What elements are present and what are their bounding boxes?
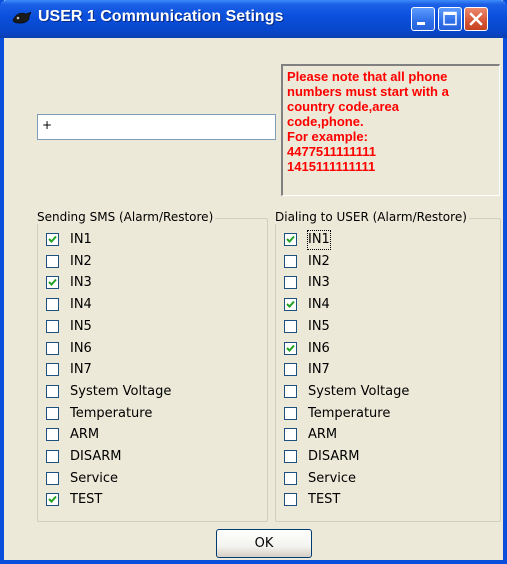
sending-sms-group-title: Sending SMS (Alarm/Restore) <box>37 210 216 224</box>
dial-checkbox-label: IN7 <box>308 362 330 378</box>
sms-checkbox[interactable] <box>46 471 59 485</box>
sms-checkbox-label: IN2 <box>70 253 92 269</box>
sms-checkbox-label: TEST <box>70 492 103 508</box>
sms-checkbox-label: System Voltage <box>70 383 172 399</box>
sms-checkbox[interactable] <box>46 428 59 442</box>
close-icon <box>469 12 483 26</box>
dialog-window: USER 1 Communication Setings + Please no… <box>0 0 507 564</box>
note-line: For example: <box>287 129 368 144</box>
dial-checkbox-label: IN4 <box>308 297 330 313</box>
dial-checkbox-label: IN2 <box>308 253 330 269</box>
checkmark-icon <box>286 300 295 309</box>
ok-button[interactable]: OK <box>216 529 312 558</box>
sms-checkbox[interactable] <box>46 319 59 333</box>
dialing-user-group-title: Dialing to USER (Alarm/Restore) <box>275 210 469 224</box>
dial-checkbox[interactable] <box>284 363 297 377</box>
dial-checkbox[interactable] <box>284 319 297 333</box>
dial-checkbox-label: ARM <box>308 427 338 443</box>
checkmark-icon <box>48 496 57 504</box>
checkmark-icon <box>48 235 57 243</box>
dial-checkbox-label: IN1 <box>307 230 331 250</box>
checkmark-icon <box>286 235 295 243</box>
sms-checkbox-label: IN7 <box>70 362 92 378</box>
dial-checkbox[interactable] <box>284 406 297 420</box>
dial-checkbox[interactable] <box>284 254 297 268</box>
sms-checkbox[interactable] <box>46 450 59 463</box>
sms-checkbox[interactable] <box>46 233 59 246</box>
app-icon <box>12 11 32 24</box>
minimize-button[interactable] <box>411 7 435 31</box>
sms-checkbox-label: ARM <box>70 427 100 443</box>
window-title: USER 1 Communication Setings <box>38 8 284 25</box>
dial-checkbox-label: IN3 <box>308 275 330 291</box>
sms-checkbox[interactable] <box>46 276 59 290</box>
dial-checkbox-label: IN5 <box>308 318 330 334</box>
phone-format-note: Please note that all phone numbers must … <box>281 64 500 196</box>
sms-checkbox[interactable] <box>46 298 59 312</box>
note-line: numbers must start with a <box>287 84 449 99</box>
dial-checkbox[interactable] <box>284 450 297 463</box>
dial-checkbox-label: Service <box>308 470 357 486</box>
dial-checkbox[interactable] <box>284 428 297 442</box>
sms-checkbox[interactable] <box>46 363 59 377</box>
note-line: code,phone. <box>287 114 364 129</box>
dial-checkbox-label: TEST <box>308 492 341 508</box>
dial-checkbox[interactable] <box>284 341 297 355</box>
sms-checkbox-label: Service <box>70 470 119 486</box>
sms-checkbox[interactable] <box>46 254 59 268</box>
dial-checkbox-label: DISARM <box>308 449 360 464</box>
sms-checkbox[interactable] <box>46 406 59 420</box>
dial-checkbox[interactable] <box>284 276 297 290</box>
sms-checkbox-label: DISARM <box>70 449 122 464</box>
dial-checkbox-label: IN6 <box>308 340 330 356</box>
dial-checkbox[interactable] <box>284 384 297 398</box>
minimize-icon <box>417 22 425 25</box>
dial-checkbox[interactable] <box>284 471 297 485</box>
sms-checkbox-label: IN6 <box>70 340 92 356</box>
dial-checkbox[interactable] <box>284 493 297 507</box>
dial-checkbox-label: System Voltage <box>308 383 410 399</box>
checkmark-icon <box>286 344 295 352</box>
title-bar[interactable]: USER 1 Communication Setings <box>0 0 507 38</box>
dial-checkbox[interactable] <box>284 298 297 312</box>
sms-checkbox-label: IN4 <box>70 297 92 313</box>
phone-number-input[interactable]: + <box>37 114 276 140</box>
sms-checkbox-label: IN1 <box>70 232 92 247</box>
sms-checkbox-label: IN3 <box>70 275 92 291</box>
dialing-user-group: Dialing to USER (Alarm/Restore) IN1 IN2 IN… <box>275 210 501 522</box>
dial-checkbox-label: Temperature <box>308 405 391 421</box>
sms-checkbox[interactable] <box>46 493 59 507</box>
sms-checkbox-label: IN5 <box>70 318 92 334</box>
note-line: Please note that all phone <box>287 69 448 84</box>
checkmark-icon <box>48 279 57 287</box>
note-line: 1415111111111 <box>287 159 376 174</box>
sms-checkbox[interactable] <box>46 341 59 355</box>
maximize-icon <box>443 11 457 26</box>
sending-sms-group: Sending SMS (Alarm/Restore) IN1 IN2 IN3 IN4… <box>37 210 268 522</box>
close-button[interactable] <box>464 7 488 31</box>
maximize-button[interactable] <box>438 7 462 31</box>
note-line: country code,area <box>287 99 399 114</box>
dial-checkbox[interactable] <box>284 233 297 246</box>
note-line: 4477511111111 <box>287 144 376 159</box>
sms-checkbox-label: Temperature <box>70 405 153 421</box>
sms-checkbox[interactable] <box>46 384 59 398</box>
